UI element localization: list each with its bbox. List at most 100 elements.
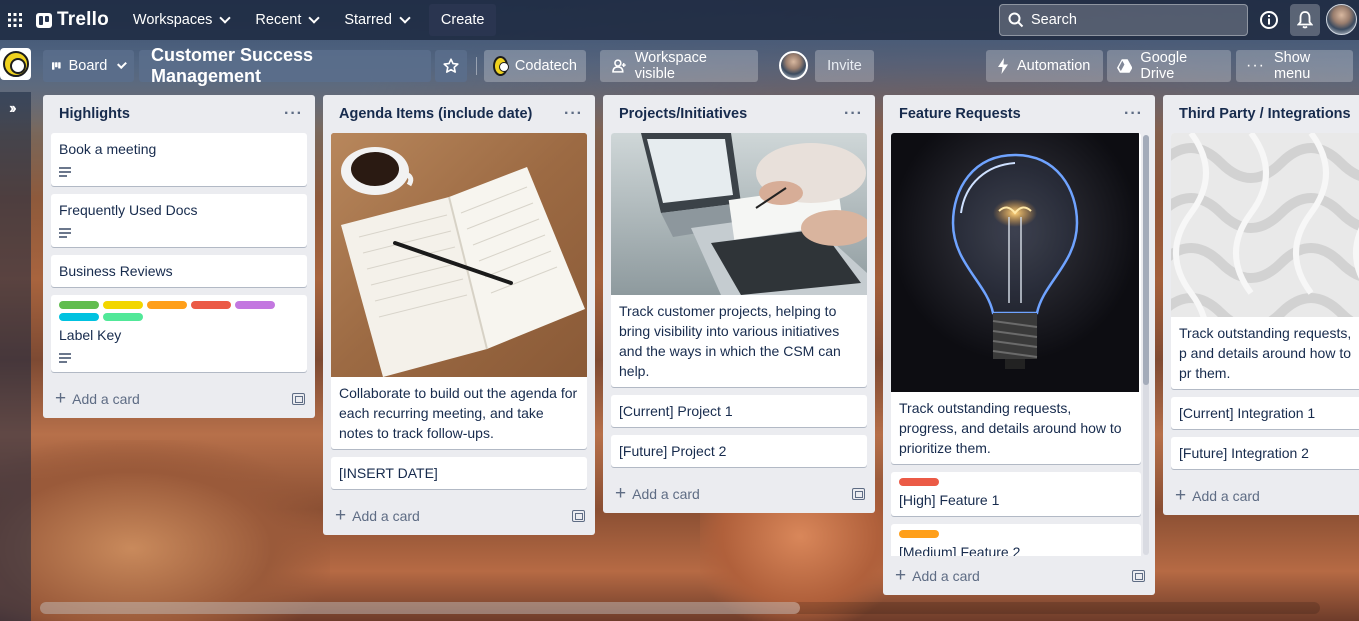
more-icon: ··· xyxy=(1246,57,1265,74)
card-frequently-used-docs[interactable]: Frequently Used Docs xyxy=(51,194,307,247)
card-agenda-intro[interactable]: Collaborate to build out the agenda for … xyxy=(331,133,587,449)
chevron-down-icon xyxy=(399,12,411,24)
user-avatar[interactable] xyxy=(1326,4,1357,35)
google-drive-button[interactable]: Google Drive xyxy=(1107,50,1231,82)
search-input[interactable]: Search xyxy=(999,4,1248,36)
add-card-button[interactable]: + Add a card xyxy=(43,380,315,418)
card-projects-intro[interactable]: Track customer projects, helping to brin… xyxy=(611,133,867,387)
list-actions-icon[interactable]: ··· xyxy=(1124,105,1143,123)
card-book-a-meeting[interactable]: Book a meeting xyxy=(51,133,307,186)
lightbulb-cover-image xyxy=(891,133,1139,392)
plus-icon: + xyxy=(1175,485,1187,506)
list-projects-initiatives: Projects/Initiatives ··· Track customer … xyxy=(603,95,875,513)
list-actions-icon[interactable]: ··· xyxy=(284,105,303,123)
show-menu-button[interactable]: ··· Show menu xyxy=(1236,50,1353,82)
chevron-down-icon xyxy=(308,12,321,24)
workspace-button[interactable]: Codatech xyxy=(484,50,586,82)
info-icon[interactable] xyxy=(1258,9,1280,31)
google-drive-icon xyxy=(1117,59,1133,73)
list-header[interactable]: Highlights ··· xyxy=(43,95,315,133)
card-high-feature-1[interactable]: [High] Feature 1 xyxy=(891,472,1141,516)
bell-icon xyxy=(1297,11,1313,29)
starred-menu[interactable]: Starred xyxy=(334,4,419,36)
card-labels xyxy=(899,478,1133,486)
plus-icon: + xyxy=(895,565,907,586)
create-button[interactable]: Create xyxy=(428,4,497,36)
add-card-button[interactable]: + Add a card xyxy=(883,557,1155,595)
card-label[interactable] xyxy=(191,301,231,309)
sidebar-collapsed: ›› xyxy=(0,92,31,621)
card-template-icon[interactable] xyxy=(292,393,305,405)
board-icon xyxy=(52,62,61,70)
add-card-button[interactable]: + Add a card xyxy=(1163,477,1359,515)
card-label[interactable] xyxy=(899,478,939,486)
notebook-cover-image xyxy=(331,133,587,377)
list-third-party-integrations: Third Party / Integrations Track outstan… xyxy=(1163,95,1359,515)
description-icon xyxy=(59,167,71,177)
pattern-cover-image xyxy=(1171,133,1359,317)
board-scrollbar-thumb[interactable] xyxy=(40,602,800,614)
visibility-button[interactable]: Workspace visible xyxy=(600,50,758,82)
card-label[interactable] xyxy=(103,313,143,321)
card-labels xyxy=(59,301,299,321)
member-avatar[interactable] xyxy=(779,51,808,80)
trello-logo[interactable]: Trello xyxy=(36,9,109,31)
workspaces-menu[interactable]: Workspaces xyxy=(123,4,240,36)
list-agenda-items: Agenda Items (include date) ··· Collabor… xyxy=(323,95,595,535)
background-rock xyxy=(0,440,330,621)
expand-sidebar-icon[interactable]: ›› xyxy=(9,100,16,118)
card-label-key[interactable]: Label Key xyxy=(51,295,307,372)
board-title[interactable]: Customer Success Management xyxy=(139,45,431,86)
codatech-logo-icon xyxy=(2,51,29,77)
card-current-project-1[interactable]: [Current] Project 1 xyxy=(611,395,867,427)
star-board-button[interactable] xyxy=(435,50,467,82)
card-label[interactable] xyxy=(103,301,143,309)
add-card-button[interactable]: + Add a card xyxy=(323,497,595,535)
workspace-logo[interactable] xyxy=(0,48,31,80)
board-view-switcher[interactable]: Board xyxy=(43,50,134,82)
recent-menu[interactable]: Recent xyxy=(245,4,328,36)
card-labels xyxy=(899,530,1133,538)
card-insert-date[interactable]: [INSERT DATE] xyxy=(331,457,587,489)
plus-icon: + xyxy=(55,388,67,409)
star-icon xyxy=(443,58,459,73)
list-actions-icon[interactable]: ··· xyxy=(564,105,583,123)
card-label[interactable] xyxy=(59,313,99,321)
add-card-button[interactable]: + Add a card xyxy=(603,475,875,513)
list-highlights: Highlights ··· Book a meeting Frequently… xyxy=(43,95,315,418)
card-future-project-2[interactable]: [Future] Project 2 xyxy=(611,435,867,467)
card-label[interactable] xyxy=(235,301,275,309)
card-label[interactable] xyxy=(147,301,187,309)
card-template-icon[interactable] xyxy=(852,488,865,500)
list-header[interactable]: Third Party / Integrations xyxy=(1163,95,1359,133)
card-template-icon[interactable] xyxy=(572,510,585,522)
codatech-logo-icon xyxy=(493,56,509,76)
invite-button[interactable]: Invite xyxy=(815,50,874,82)
plus-icon: + xyxy=(335,505,347,526)
list-header[interactable]: Agenda Items (include date) ··· xyxy=(323,95,595,133)
card-current-integration-1[interactable]: [Current] Integration 1 xyxy=(1171,397,1359,429)
list-header[interactable]: Feature Requests ··· xyxy=(883,95,1155,133)
card-label[interactable] xyxy=(899,530,939,538)
plus-icon: + xyxy=(615,483,627,504)
card-integrations-intro[interactable]: Track outstanding requests, p and detail… xyxy=(1171,133,1359,389)
trello-logo-icon xyxy=(36,12,52,28)
card-future-integration-2[interactable]: [Future] Integration 2 xyxy=(1171,437,1359,469)
automation-button[interactable]: Automation xyxy=(986,50,1103,82)
card-medium-feature-2[interactable]: [Medium] Feature 2 xyxy=(891,524,1141,556)
list-header[interactable]: Projects/Initiatives ··· xyxy=(603,95,875,133)
laptop-cover-image xyxy=(611,133,867,295)
card-template-icon[interactable] xyxy=(1132,570,1145,582)
card-feature-intro[interactable]: Track outstanding requests, progress, an… xyxy=(891,133,1141,464)
list-scrollbar-thumb[interactable] xyxy=(1143,135,1149,385)
chevron-down-icon xyxy=(219,12,232,24)
people-icon xyxy=(612,59,626,73)
list-actions-icon[interactable]: ··· xyxy=(844,105,863,123)
lightning-icon xyxy=(998,58,1008,74)
card-label[interactable] xyxy=(59,301,99,309)
notifications-button[interactable] xyxy=(1290,4,1320,36)
chevron-down-icon xyxy=(117,59,127,69)
search-icon xyxy=(1008,12,1024,28)
card-business-reviews[interactable]: Business Reviews xyxy=(51,255,307,287)
app-switcher-icon[interactable] xyxy=(0,0,30,40)
